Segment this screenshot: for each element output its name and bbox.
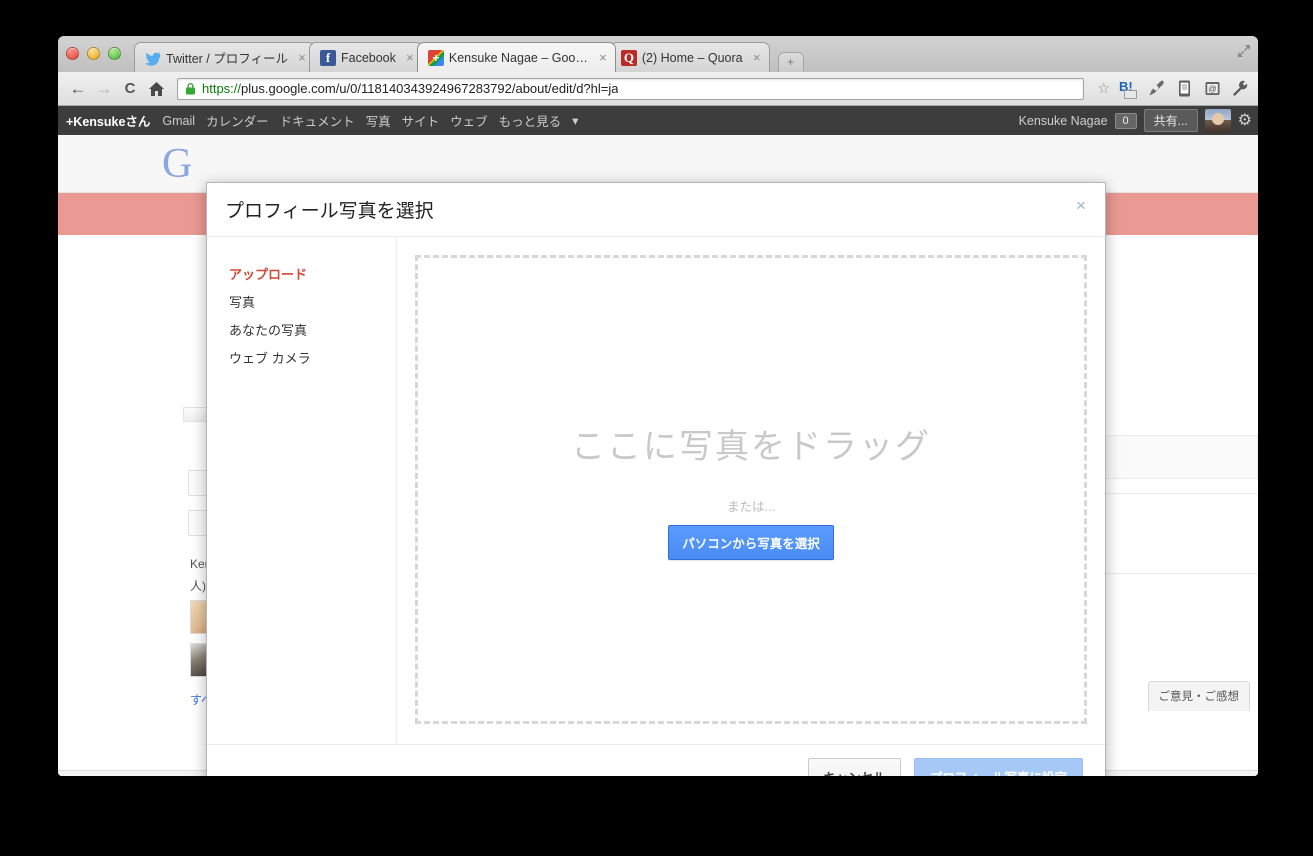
- tab-close-icon[interactable]: ×: [751, 50, 763, 65]
- tab-label: (2) Home – Quora: [641, 50, 743, 65]
- home-icon[interactable]: [144, 81, 168, 97]
- gear-icon[interactable]: ⚙: [1238, 112, 1252, 129]
- share-button[interactable]: 共有...: [1143, 109, 1198, 132]
- gbar-link-more[interactable]: もっと見る: [499, 111, 562, 130]
- gbar-link-gmail[interactable]: Gmail: [162, 114, 195, 128]
- tab-facebook[interactable]: f Facebook ×: [308, 42, 423, 72]
- dropzone-headline: ここに写真をドラッグ: [571, 428, 931, 466]
- photo-dropzone[interactable]: ここに写真をドラッグ または... パソコンから写真を選択: [415, 255, 1087, 724]
- dialog-main-panel: ここに写真をドラッグ または... パソコンから写真を選択: [397, 237, 1105, 744]
- dialog-footer: キャンセル プロフィール写真に設定: [207, 744, 1105, 776]
- pen-icon[interactable]: [1147, 79, 1166, 99]
- avatar[interactable]: [1204, 108, 1231, 133]
- cancel-button[interactable]: キャンセル: [808, 758, 901, 776]
- feedback-button[interactable]: ご意見・ご感想: [1147, 681, 1250, 711]
- desktop-backdrop: Twitter / プロフィール × f Facebook × + Kensuk…: [0, 0, 1313, 856]
- new-tab-button[interactable]: +: [777, 52, 804, 72]
- tab-label: Facebook: [340, 50, 396, 65]
- url-text: https://plus.google.com/u/0/118140343924…: [202, 81, 618, 96]
- window-close-button[interactable]: [66, 47, 79, 60]
- mobile-reader-icon[interactable]: [1175, 79, 1194, 99]
- dropzone-or-text: または...: [727, 500, 775, 514]
- lock-icon: [184, 82, 197, 95]
- browser-window: Twitter / プロフィール × f Facebook × + Kensuk…: [58, 36, 1258, 776]
- address-bar[interactable]: https://plus.google.com/u/0/118140343924…: [177, 77, 1085, 100]
- left-column: Ken 人) すべ: [58, 235, 243, 715]
- gbar-right-group: Kensuke Nagae 0 共有... ⚙: [1019, 106, 1252, 135]
- tab-quora[interactable]: Q (2) Home – Quora ×: [609, 42, 770, 72]
- window-controls: [66, 47, 121, 60]
- google-bar: +Kensukeさん Gmail カレンダー ドキュメント 写真 サイト ウェブ…: [58, 106, 1258, 135]
- reload-button[interactable]: C: [118, 79, 142, 99]
- left-column-count: 人): [190, 579, 206, 593]
- tab-google-plus[interactable]: + Kensuke Nagae – Google+ ×: [416, 42, 616, 72]
- tab-list: Twitter / プロフィール × f Facebook × + Kensuk…: [134, 42, 804, 72]
- tab-close-icon[interactable]: ×: [597, 50, 609, 65]
- tab-twitter[interactable]: Twitter / プロフィール ×: [134, 42, 315, 72]
- notification-count-badge[interactable]: 0: [1114, 112, 1137, 129]
- bookmark-star-icon[interactable]: ☆: [1097, 80, 1110, 97]
- close-icon[interactable]: ×: [1071, 197, 1091, 217]
- mail-icon[interactable]: @: [1203, 79, 1222, 99]
- wrench-menu-icon[interactable]: [1231, 79, 1250, 99]
- facebook-icon: f: [319, 49, 336, 66]
- tab-close-icon[interactable]: ×: [404, 50, 416, 65]
- twitter-icon: [145, 50, 161, 66]
- chevron-down-icon[interactable]: ▾: [572, 113, 578, 128]
- nav-item-your-photos[interactable]: あなたの写真: [229, 317, 396, 345]
- select-profile-photo-dialog: プロフィール写真を選択 × アップロード 写真 あなたの写真 ウェブ カメラ こ…: [206, 182, 1106, 776]
- hatena-bookmark-icon[interactable]: B!: [1119, 79, 1138, 99]
- dialog-header: プロフィール写真を選択 ×: [207, 183, 1105, 237]
- tab-close-icon[interactable]: ×: [296, 50, 308, 65]
- window-minimize-button[interactable]: [87, 47, 100, 60]
- dialog-title: プロフィール写真を選択: [225, 201, 434, 222]
- url-rest: plus.google.com/u/0/11814034392496728379…: [241, 81, 619, 96]
- dialog-body: アップロード 写真 あなたの写真 ウェブ カメラ ここに写真をドラッグ または.…: [207, 237, 1105, 744]
- window-maximize-button[interactable]: [108, 47, 121, 60]
- gbar-link-photos[interactable]: 写真: [366, 111, 391, 130]
- google-logo: G: [162, 141, 193, 187]
- extension-icons: B! @: [1119, 79, 1250, 99]
- tab-strip: Twitter / プロフィール × f Facebook × + Kensuk…: [58, 36, 1258, 72]
- dialog-source-nav: アップロード 写真 あなたの写真 ウェブ カメラ: [207, 237, 397, 744]
- gbar-link-sites[interactable]: サイト: [402, 111, 440, 130]
- google-plus-icon: +: [427, 49, 444, 66]
- gbar-link-web[interactable]: ウェブ: [450, 111, 488, 130]
- nav-item-photos[interactable]: 写真: [229, 289, 396, 317]
- browser-toolbar: ← → C https://plus.google.com/u/0/118140…: [58, 72, 1258, 106]
- nav-item-webcam[interactable]: ウェブ カメラ: [229, 345, 396, 373]
- tab-label: Twitter / プロフィール: [166, 52, 288, 66]
- back-button[interactable]: ←: [66, 79, 90, 99]
- set-as-profile-photo-button[interactable]: プロフィール写真に設定: [913, 758, 1083, 776]
- gbar-link-calendar[interactable]: カレンダー: [206, 111, 269, 130]
- gbar-link-documents[interactable]: ドキュメント: [280, 111, 355, 130]
- tab-label: Kensuke Nagae – Google+: [448, 50, 589, 65]
- resize-corner-icon[interactable]: [1237, 44, 1251, 61]
- forward-button[interactable]: →: [92, 79, 116, 99]
- page-viewport: +Kensukeさん Gmail カレンダー ドキュメント 写真 サイト ウェブ…: [58, 106, 1258, 776]
- gbar-profile-link[interactable]: +Kensukeさん: [66, 111, 150, 130]
- url-scheme: https://: [202, 81, 242, 96]
- nav-item-upload[interactable]: アップロード: [229, 261, 396, 289]
- gbar-username[interactable]: Kensuke Nagae: [1019, 114, 1108, 128]
- quora-icon: Q: [620, 49, 637, 66]
- svg-text:@: @: [1208, 83, 1217, 93]
- choose-photo-from-computer-button[interactable]: パソコンから写真を選択: [668, 525, 834, 560]
